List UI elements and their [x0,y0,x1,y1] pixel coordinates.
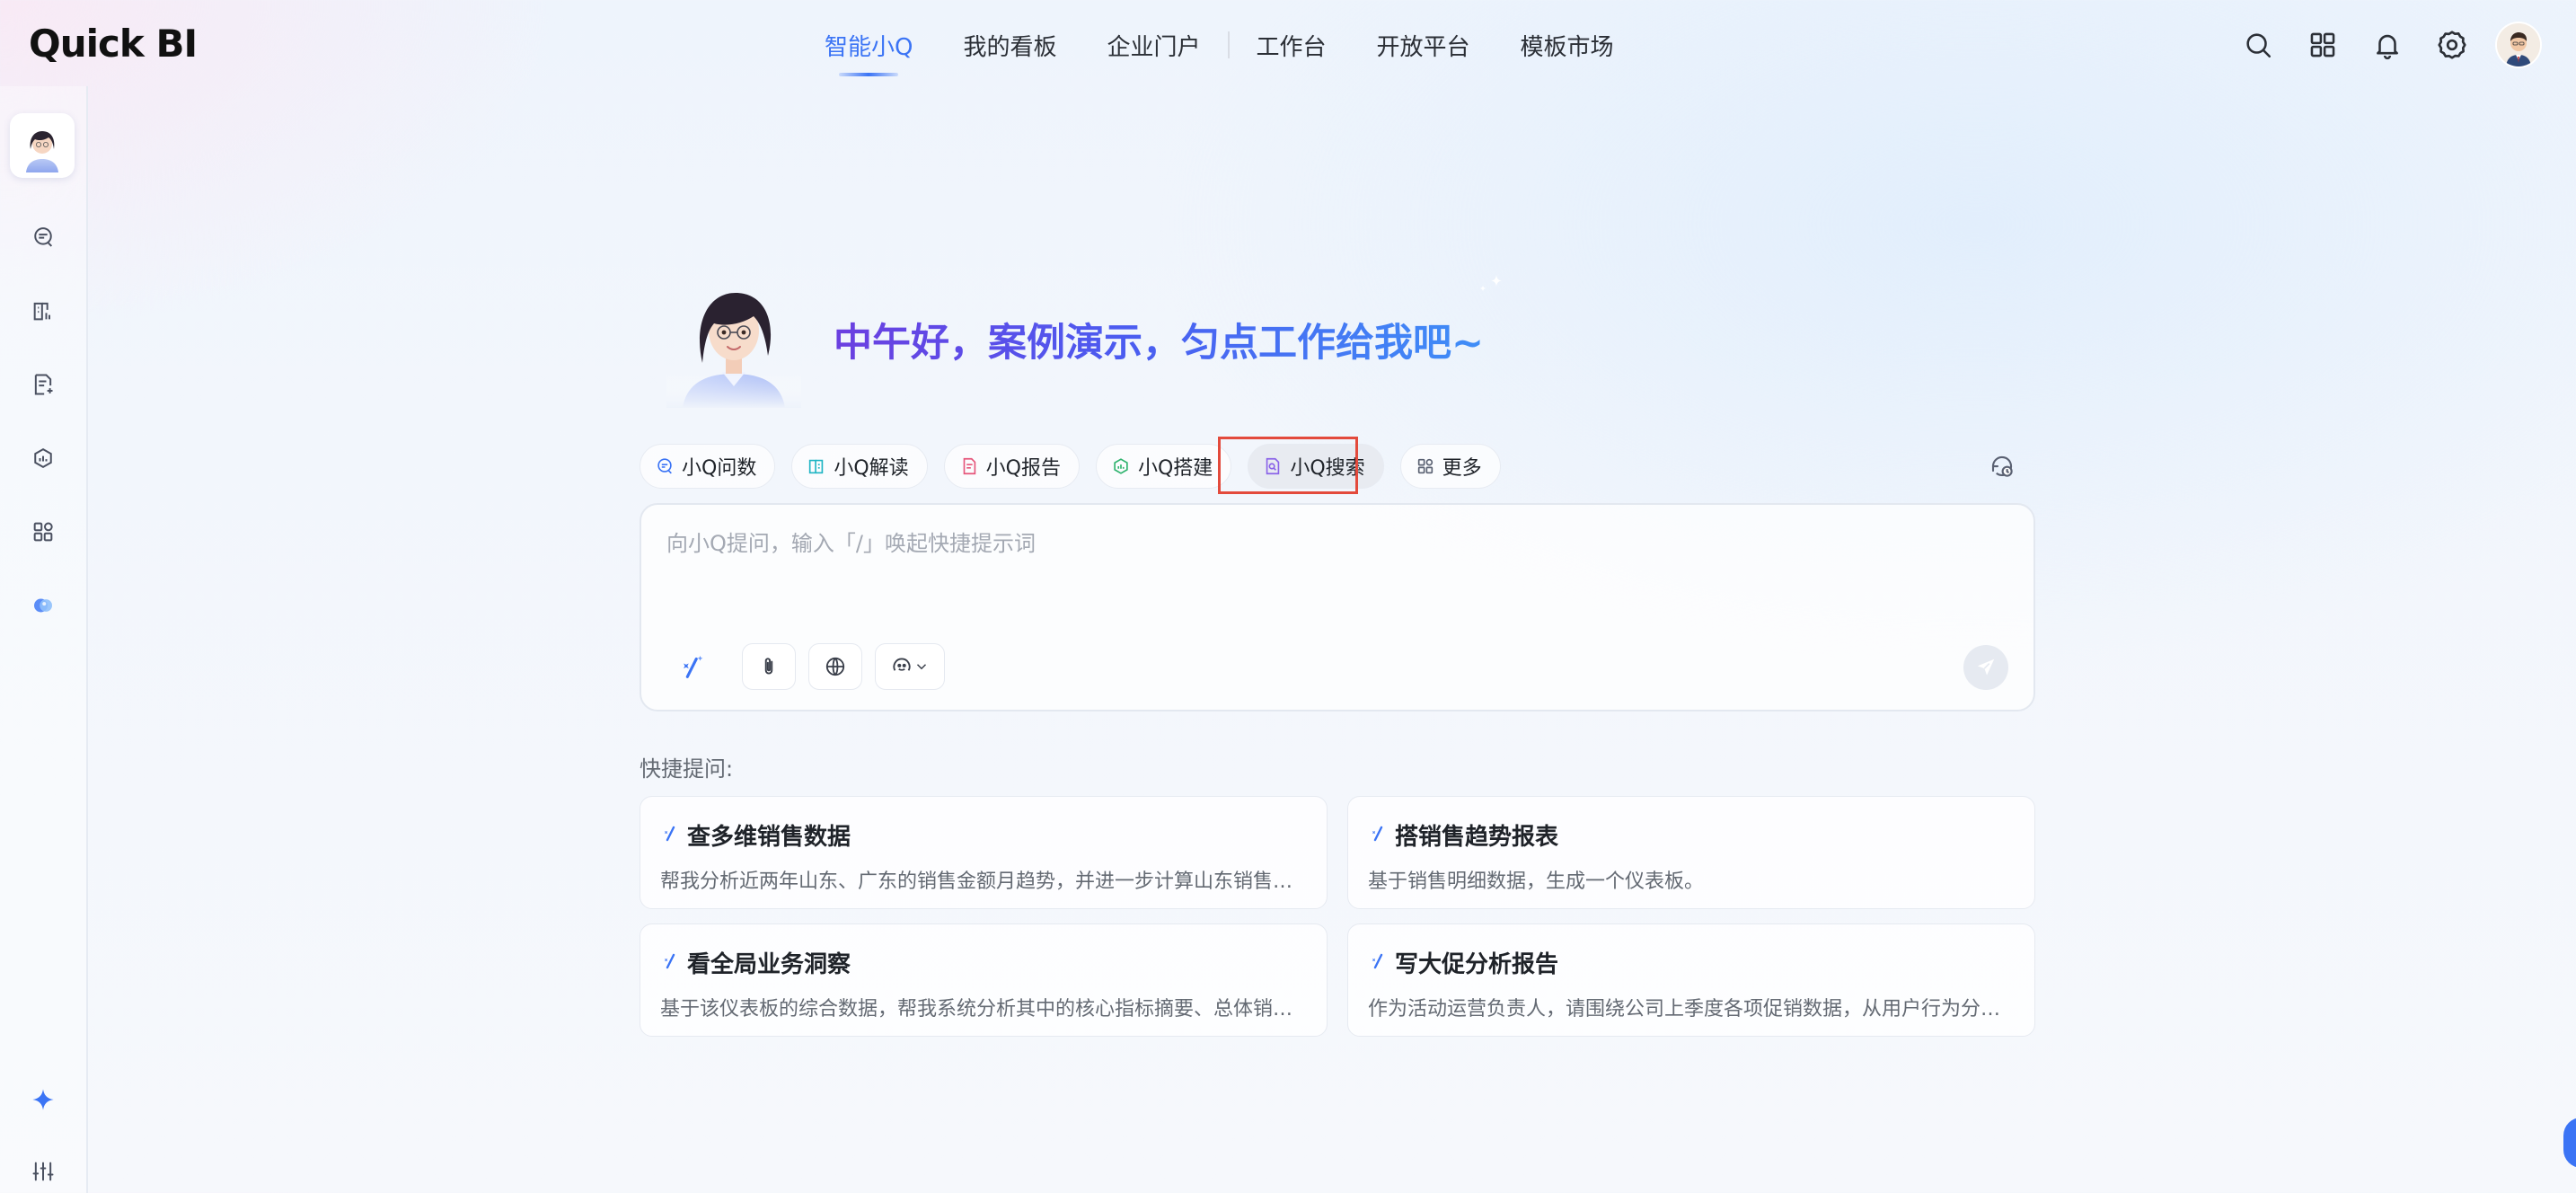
chip-label: 小Q搭建 [1137,457,1213,480]
model-select-icon [893,658,911,671]
apps-icon[interactable] [27,516,59,548]
floating-assistant-button[interactable] [2563,1118,2576,1168]
search-doc-icon [1266,457,1280,475]
card-title: 搭销售趋势报表 [1395,824,1559,851]
quick-questions-title: 快捷提问: [640,756,734,782]
main-nav: 智能小Q 我的看板 企业门户 工作台 开放平台 模板市场 [799,22,1639,76]
assistant-avatar[interactable] [10,113,75,178]
top-header: Quick BI 智能小Q 我的看板 企业门户 工作台 开放平台 模板市场 [0,0,2576,86]
quick-bi-logo[interactable]: Quick BI [29,22,198,66]
build-chart-icon [1114,458,1128,474]
apps-icon [1417,458,1433,474]
search-icon[interactable] [2240,27,2276,63]
model-select-button[interactable] [875,643,945,690]
nav-item-template-market[interactable]: 模板市场 [1521,29,1614,62]
document-edit-icon[interactable] [27,368,59,401]
card-title: 查多维销售数据 [687,824,851,851]
card-description: 帮我分析近两年山东、广东的销售金额月趋势，并进一步计算山东销售金... [660,870,1310,893]
left-sidebar [0,86,88,1193]
report-doc-icon [963,457,975,475]
card-title: 看全局业务洞察 [687,951,851,978]
chip-label: 小Q搜索 [1290,457,1365,480]
chip-interpret[interactable]: 小Q解读 [791,444,928,489]
bell-icon[interactable] [2369,27,2405,63]
sliders-icon[interactable] [27,1155,59,1188]
magic-wand-icon [1372,953,1383,969]
magic-wand-icon [665,826,675,842]
sparkle-decoration-icon [1473,270,1509,305]
apps-grid-icon[interactable] [2305,27,2341,63]
chip-build[interactable]: 小Q搭建 [1095,444,1232,489]
attachment-icon [764,658,773,675]
send-button[interactable] [1963,645,2008,690]
web-search-button[interactable] [808,643,862,690]
send-icon [1977,658,1995,676]
card-title: 写大促分析报告 [1395,951,1559,978]
nav-divider [1227,31,1230,58]
globe-icon [825,657,845,676]
chip-more[interactable]: 更多 [1399,444,1501,489]
card-description: 基于该仪表板的综合数据，帮我系统分析其中的核心指标摘要、总体销售... [660,998,1310,1021]
build-chart-icon[interactable] [27,442,59,474]
prompt-wand-button[interactable] [661,643,724,690]
chip-ask-data[interactable]: 小Q问数 [640,444,776,489]
magic-wand-icon [665,953,675,969]
history-icon[interactable] [1989,453,2016,480]
report-book-icon[interactable] [27,295,59,327]
header-actions [2211,23,2540,66]
chat-data-icon[interactable] [27,221,59,253]
read-book-icon [809,459,824,474]
assistant-illustration [666,266,801,408]
quick-card[interactable]: 查多维销售数据 帮我分析近两年山东、广东的销售金额月趋势，并进一步计算山东销售金… [640,796,1328,909]
quick-card[interactable]: 搭销售趋势报表 基于销售明细数据，生成一个仪表板。 [1347,796,2035,909]
greeting-title: 中午好，案例演示，匀点工作给我吧~ [834,312,1484,367]
quick-card[interactable]: 看全局业务洞察 基于该仪表板的综合数据，帮我系统分析其中的核心指标摘要、总体销售… [640,923,1328,1037]
chip-label: 小Q解读 [834,457,909,480]
chip-label: 更多 [1442,457,1482,480]
attach-button[interactable] [742,643,796,690]
nav-item-smart-q[interactable]: 智能小Q [825,29,913,76]
nav-item-my-dashboards[interactable]: 我的看板 [963,29,1056,62]
sparkle-icon[interactable] [27,1083,59,1116]
settings-icon[interactable] [2434,27,2470,63]
chat-data-icon [657,458,672,474]
chip-search[interactable]: 小Q搜索 [1248,444,1384,489]
quick-card[interactable]: 写大促分析报告 作为活动运营负责人，请围绕公司上季度各项促销数据，从用户行为分析… [1347,923,2035,1037]
chevron-down-icon [916,664,927,670]
nav-item-open-platform[interactable]: 开放平台 [1377,29,1470,62]
skill-chips: 小Q问数 小Q解读 小Q报告 小Q搭建 小Q搜索 更多 [640,444,1517,489]
chip-label: 小Q报告 [985,457,1061,480]
magic-wand-icon [684,655,703,678]
card-description: 基于销售明细数据，生成一个仪表板。 [1368,870,1705,893]
ai-model-icon[interactable] [27,589,59,622]
card-description: 作为活动运营负责人，请围绕公司上季度各项促销数据，从用户行为分析... [1368,998,2018,1021]
chip-label: 小Q问数 [682,457,757,480]
user-avatar[interactable] [2497,23,2540,66]
magic-wand-icon [1372,826,1383,842]
ask-input[interactable] [665,525,1998,562]
nav-item-workbench[interactable]: 工作台 [1257,29,1327,62]
nav-item-enterprise-portal[interactable]: 企业门户 [1107,29,1200,62]
chip-report[interactable]: 小Q报告 [943,444,1080,489]
ask-input-box [640,503,2035,711]
